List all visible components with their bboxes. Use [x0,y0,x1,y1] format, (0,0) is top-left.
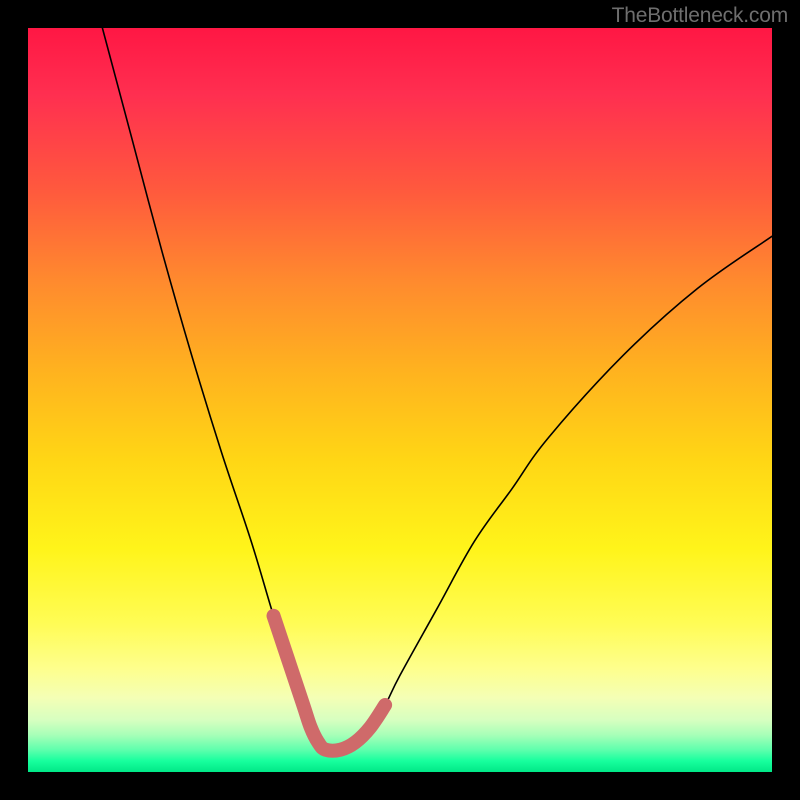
highlight-region [274,616,386,751]
watermark-text: TheBottleneck.com [612,4,788,28]
chart-plot-area [28,28,772,772]
chart-svg-layer [28,28,772,772]
bottleneck-curve [102,28,772,751]
